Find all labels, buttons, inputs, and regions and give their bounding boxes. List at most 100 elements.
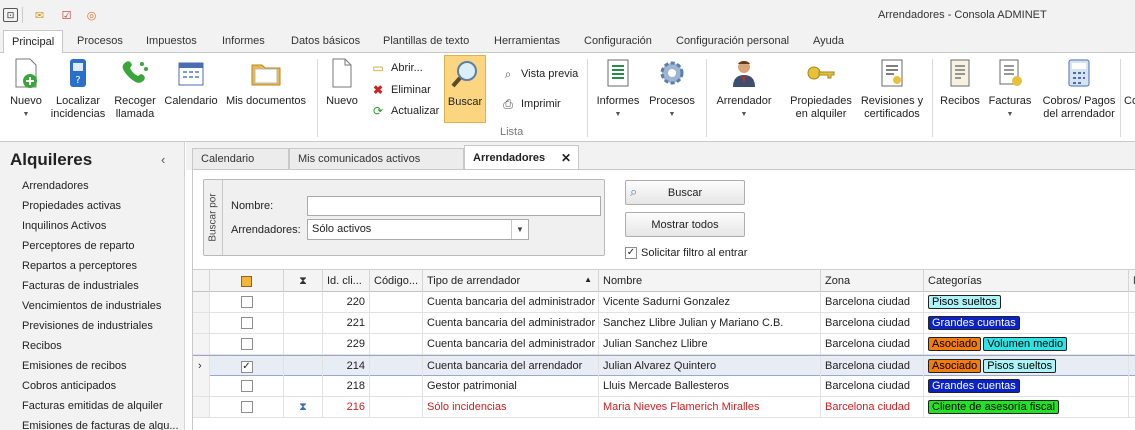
- mail-icon[interactable]: ✉: [32, 8, 47, 22]
- nav-item-facturas-industriales[interactable]: Facturas de industriales: [22, 280, 139, 292]
- row-indicator[interactable]: [193, 397, 210, 417]
- cell-id[interactable]: 229: [323, 334, 370, 354]
- table-row[interactable]: 229 Cuenta bancaria del administrador Juli…: [193, 334, 1135, 355]
- row-select-cell[interactable]: [210, 376, 284, 396]
- checkbox[interactable]: ✓: [625, 247, 637, 259]
- doc-tab-arrendadores[interactable]: Arrendadores ✕: [464, 145, 579, 171]
- recoger-llamada-button[interactable]: Recoger llamada: [110, 57, 160, 121]
- cell-categorias[interactable]: Grandes cuentas: [924, 376, 1129, 396]
- cell-tipo[interactable]: Sólo incidencias: [423, 397, 599, 417]
- facturas-button[interactable]: Facturas ▼: [987, 57, 1033, 121]
- buscar-button[interactable]: ⌕ Buscar: [625, 180, 745, 205]
- cell-zona[interactable]: Barcelona ciudad: [821, 356, 924, 376]
- row-select-cell[interactable]: [210, 397, 284, 417]
- row-checkbox[interactable]: ✓: [240, 361, 253, 373]
- cell-codigo[interactable]: [370, 292, 423, 312]
- abrir-button[interactable]: ▭ Abrir...: [370, 60, 422, 76]
- cell-zona[interactable]: Barcelona ciudad: [821, 292, 924, 312]
- tab-datos-basicos[interactable]: Datos básicos: [291, 35, 360, 47]
- hourglass-header[interactable]: ⧗: [284, 270, 323, 292]
- cell-id[interactable]: 216: [323, 397, 370, 417]
- cell-nombre[interactable]: Sanchez Llibre Julian y Mariano C.B.: [599, 313, 821, 333]
- doc-tab-comunicados[interactable]: Mis comunicados activos: [289, 148, 464, 170]
- row-checkbox[interactable]: [240, 401, 253, 413]
- nav-item-emisiones-facturas[interactable]: Emisiones de facturas de alqu...: [22, 420, 179, 430]
- app-menu-icon[interactable]: ⊡: [3, 8, 18, 22]
- procesos-button[interactable]: Procesos ▼: [648, 57, 696, 121]
- cell-tipo[interactable]: Cuenta bancaria del arrendador: [423, 356, 599, 376]
- arrendador-button[interactable]: Arrendador ▼: [714, 57, 774, 121]
- row-status-cell[interactable]: [284, 313, 323, 333]
- calendario-button[interactable]: Calendario: [163, 57, 219, 108]
- cell-categorias[interactable]: Asociado Volumen medio: [924, 334, 1129, 354]
- nav-item-cobros-anticipados[interactable]: Cobros anticipados: [22, 380, 116, 392]
- cell-zona[interactable]: Barcelona ciudad: [821, 334, 924, 354]
- row-status-cell[interactable]: [284, 376, 323, 396]
- select-all-header[interactable]: [210, 270, 284, 292]
- broadcast-icon[interactable]: ◎: [84, 8, 99, 22]
- cell-tipo[interactable]: Cuenta bancaria del administrador: [423, 292, 599, 312]
- row-checkbox[interactable]: [240, 338, 253, 350]
- cell-nombre[interactable]: Maria Nieves Flamerich Miralles: [599, 397, 821, 417]
- chevron-down-icon[interactable]: ▼: [511, 220, 528, 239]
- nav-item-facturas-emitidas[interactable]: Facturas emitidas de alquiler: [22, 400, 163, 412]
- mis-documentos-button[interactable]: Mis documentos: [225, 57, 307, 108]
- tab-impuestos[interactable]: Impuestos: [146, 35, 197, 47]
- cell-tipo[interactable]: Cuenta bancaria del administrador: [423, 313, 599, 333]
- collapse-panel-icon[interactable]: ‹: [161, 152, 165, 167]
- row-status-cell[interactable]: [284, 334, 323, 354]
- row-status-cell[interactable]: ⧗: [284, 397, 323, 417]
- table-row[interactable]: 218 Gestor patrimonial Lluis Mercade Balle…: [193, 376, 1135, 397]
- row-indicator[interactable]: ›: [193, 356, 210, 376]
- select-all-checkbox[interactable]: [241, 276, 252, 287]
- nav-item-recibos[interactable]: Recibos: [22, 340, 62, 352]
- cell-id[interactable]: 220: [323, 292, 370, 312]
- tab-informes[interactable]: Informes: [222, 35, 265, 47]
- col-header-zona[interactable]: Zona: [821, 270, 924, 292]
- cell-categorias[interactable]: Cliente de asesoría fiscal: [924, 397, 1129, 417]
- cell-zona[interactable]: Barcelona ciudad: [821, 397, 924, 417]
- cell-tipo[interactable]: Gestor patrimonial: [423, 376, 599, 396]
- co-button[interactable]: Co: [1124, 57, 1135, 108]
- nav-item-arrendadores[interactable]: Arrendadores: [22, 180, 89, 192]
- tab-procesos[interactable]: Procesos: [77, 35, 123, 47]
- nuevo-button[interactable]: Nuevo ▼: [4, 57, 48, 121]
- cell-id[interactable]: 218: [323, 376, 370, 396]
- row-select-cell[interactable]: [210, 334, 284, 354]
- solicitar-filtro-checkbox[interactable]: ✓ Solicitar filtro al entrar: [625, 247, 747, 259]
- close-tab-icon[interactable]: ✕: [561, 151, 571, 165]
- row-select-cell[interactable]: [210, 313, 284, 333]
- actualizar-button[interactable]: ⟳ Actualizar: [370, 103, 439, 119]
- nav-item-previsiones-industriales[interactable]: Previsiones de industriales: [22, 320, 153, 332]
- tasks-icon[interactable]: ☑: [59, 8, 74, 22]
- nav-item-propiedades-activas[interactable]: Propiedades activas: [22, 200, 121, 212]
- tab-configuracion[interactable]: Configuración: [584, 35, 652, 47]
- cell-nombre[interactable]: Vicente Sadurni Gonzalez: [599, 292, 821, 312]
- cell-codigo[interactable]: [370, 397, 423, 417]
- row-checkbox[interactable]: [240, 317, 253, 329]
- nav-item-perceptores-reparto[interactable]: Perceptores de reparto: [22, 240, 135, 252]
- cell-id[interactable]: 221: [323, 313, 370, 333]
- localizar-incidencias-button[interactable]: ? Localizar incidencias: [50, 57, 106, 121]
- buscar-ribbon-button[interactable]: Buscar: [444, 55, 486, 123]
- row-indicator[interactable]: [193, 313, 210, 333]
- tab-ayuda[interactable]: Ayuda: [813, 35, 844, 47]
- col-header-id[interactable]: Id. cli...: [323, 270, 370, 292]
- row-checkbox[interactable]: [240, 296, 253, 308]
- cell-categorias[interactable]: Grandes cuentas: [924, 313, 1129, 333]
- cell-zona[interactable]: Barcelona ciudad: [821, 376, 924, 396]
- cell-id[interactable]: 214: [323, 356, 370, 376]
- cell-categorias[interactable]: Asociado Pisos sueltos: [924, 356, 1129, 376]
- tab-configuracion-personal[interactable]: Configuración personal: [676, 35, 789, 47]
- imprimir-button[interactable]: ⎙ Imprimir: [500, 96, 561, 112]
- cell-nombre[interactable]: Lluis Mercade Ballesteros: [599, 376, 821, 396]
- cell-codigo[interactable]: [370, 313, 423, 333]
- arrendadores-select[interactable]: Sólo activos ▼: [307, 219, 529, 240]
- cell-nombre[interactable]: Julian Alvarez Quintero: [599, 356, 821, 376]
- row-checkbox[interactable]: [240, 380, 253, 392]
- nav-item-emisiones-recibos[interactable]: Emisiones de recibos: [22, 360, 127, 372]
- vista-previa-button[interactable]: ⌕ Vista previa: [500, 66, 579, 82]
- propiedades-alquiler-button[interactable]: Propiedades en alquiler: [788, 57, 854, 121]
- cobros-pagos-button[interactable]: Cobros/ Pagos del arrendador: [1039, 57, 1119, 121]
- eliminar-button[interactable]: ✖ Eliminar: [370, 82, 431, 98]
